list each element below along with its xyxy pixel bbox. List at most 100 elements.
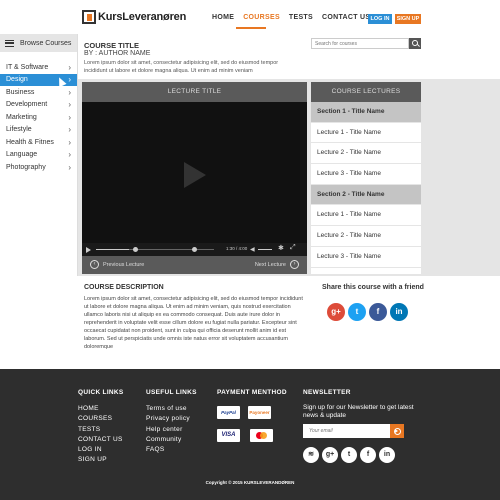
nav-courses[interactable]: COURSES	[243, 14, 280, 21]
footer-link-courses[interactable]: COURSES	[78, 414, 123, 424]
email-field[interactable]	[303, 424, 390, 438]
rss-icon[interactable]: ≋	[303, 447, 319, 463]
facebook-icon[interactable]: f	[360, 447, 376, 463]
nav-contact[interactable]: CONTACT US	[322, 14, 370, 21]
progress-fill	[96, 249, 130, 250]
browse-courses-label: Browse Courses	[20, 39, 72, 47]
sidebar-item-label: Business	[6, 88, 35, 96]
lecture-row[interactable]: Lecture 1 - Title Name	[311, 205, 421, 227]
sidebar-item-marketing[interactable]: Marketing ›	[0, 111, 77, 124]
footer-link-help[interactable]: Help center	[146, 425, 190, 435]
lecture-title: LECTURE TITLE	[82, 82, 307, 102]
footer-link-contact[interactable]: CONTACT US	[78, 435, 123, 445]
course-description-title: COURSE DESCRIPTION	[84, 284, 164, 291]
footer-link-login[interactable]: LOG IN	[78, 445, 123, 455]
nav-tests[interactable]: TESTS	[289, 14, 313, 21]
play-icon[interactable]	[184, 162, 206, 188]
sidebar-item-photography[interactable]: Photography ›	[0, 161, 77, 174]
quick-links-title: QUICK LINKS	[78, 389, 124, 396]
sidebar-item-label: Photography	[6, 163, 46, 171]
course-lectures-panel: COURSE LECTURES Section 1 - Title Name L…	[311, 82, 421, 274]
newsletter-title: NEWSLETTER	[303, 389, 351, 396]
quick-links: HOME COURSES TESTS CONTACT US LOG IN SIG…	[78, 404, 123, 466]
login-button[interactable]: LOG IN	[368, 14, 392, 24]
course-lectures-title: COURSE LECTURES	[311, 82, 421, 102]
google-plus-icon[interactable]: g+	[322, 447, 338, 463]
logo-icon	[82, 10, 96, 24]
chevron-right-icon: ›	[290, 260, 299, 269]
sidebar-item-label: IT & Software	[6, 63, 49, 71]
play-small-icon[interactable]	[86, 247, 91, 253]
section-row[interactable]: Section 1 - Title Name	[311, 102, 421, 123]
chevron-right-icon: ›	[68, 100, 71, 110]
previous-lecture-label: Previous Lecture	[103, 261, 145, 268]
mastercard-logo	[250, 429, 273, 442]
footer-link-home[interactable]: HOME	[78, 404, 123, 414]
paypal-logo: PayPal	[217, 406, 240, 419]
sidebar-item-label: Development	[6, 101, 48, 109]
chevron-right-icon: ›	[68, 75, 71, 85]
lecture-row[interactable]: Lecture 3 - Title Name	[311, 247, 421, 268]
progress-bar[interactable]	[96, 247, 214, 252]
lecture-row[interactable]: Lecture 1 - Title Name	[311, 123, 421, 144]
signup-button[interactable]: SIGN UP	[395, 14, 421, 24]
share-icons: g+ t f in	[327, 303, 408, 321]
lecture-row[interactable]: Lecture 3 - Title Name	[311, 164, 421, 185]
gear-icon[interactable]: ✱	[278, 244, 284, 252]
fullscreen-icon[interactable]: ⤢	[290, 244, 296, 252]
sidebar-item-label: Language	[6, 151, 38, 159]
course-title: COURSE TITLE	[84, 41, 140, 50]
chevron-right-icon: ›	[68, 150, 71, 160]
sidebar-item-it-software[interactable]: IT & Software ›	[0, 61, 77, 74]
useful-links: Terms of use Privacy policy Help center …	[146, 404, 190, 455]
logo[interactable]: KursLeveranøren	[82, 10, 186, 24]
chevron-right-icon: ›	[68, 112, 71, 122]
footer-link-terms[interactable]: Terms of use	[146, 404, 190, 414]
share-title: Share this course with a friend	[322, 284, 424, 291]
sidebar-item-development[interactable]: Development ›	[0, 99, 77, 112]
nav-home[interactable]: HOME	[212, 14, 234, 21]
next-lecture-button[interactable]: Next Lecture ›	[255, 260, 299, 269]
chevron-right-icon: ›	[68, 162, 71, 172]
footer-link-privacy[interactable]: Privacy policy	[146, 414, 190, 424]
lecture-navigation: ‹ Previous Lecture Next Lecture ›	[82, 256, 307, 274]
google-plus-icon[interactable]: g+	[327, 303, 345, 321]
course-summary: Lorem ipsum dolor sit amet, consectetur …	[84, 60, 279, 74]
lecture-row[interactable]: Lecture 2 - Title Name	[311, 143, 421, 165]
footer-link-faqs[interactable]: FAQS	[146, 445, 190, 455]
sidebar-item-language[interactable]: Language ›	[0, 149, 77, 162]
sidebar-item-label: Marketing	[6, 113, 37, 121]
linkedin-icon[interactable]: in	[379, 447, 395, 463]
sidebar-item-label: Design	[6, 76, 28, 84]
hamburger-icon	[5, 39, 14, 47]
volume-icon[interactable]: ◀	[250, 246, 255, 253]
volume-slider[interactable]	[258, 249, 272, 250]
copyright: Copyright © 2015 KURSLEVERANDØREN	[205, 480, 295, 485]
section-row[interactable]: Section 2 - Title Name	[311, 184, 421, 206]
search-icon[interactable]	[409, 38, 421, 49]
twitter-icon[interactable]: t	[348, 303, 366, 321]
main-nav: HOME COURSES TESTS CONTACT US	[212, 14, 370, 21]
chevron-right-icon: ›	[68, 87, 71, 97]
footer-link-signup[interactable]: SIGN UP	[78, 455, 123, 465]
sidebar: Browse Courses IT & Software › Design › Bu…	[0, 34, 78, 276]
footer-link-community[interactable]: Community	[146, 435, 190, 445]
nav-active-indicator	[236, 27, 266, 29]
course-author: BY : AUTHOR NAME	[84, 50, 151, 57]
subscribe-button[interactable]	[390, 424, 404, 438]
twitter-icon[interactable]: t	[341, 447, 357, 463]
previous-lecture-button[interactable]: ‹ Previous Lecture	[90, 260, 144, 269]
facebook-icon[interactable]: f	[369, 303, 387, 321]
footer-link-tests[interactable]: TESTS	[78, 425, 123, 435]
sidebar-item-business[interactable]: Business ›	[0, 86, 77, 99]
arrow-right-icon	[395, 429, 398, 433]
category-list: IT & Software › Design › Business › Develop…	[0, 61, 77, 174]
browse-courses-header[interactable]: Browse Courses	[0, 34, 77, 52]
newsletter-text: Sign up for our Newsletter to get latest…	[303, 404, 414, 419]
progress-handle[interactable]	[133, 247, 138, 252]
lecture-row[interactable]: Lecture 2 - Title Name	[311, 226, 421, 247]
sidebar-item-lifestyle[interactable]: Lifestyle ›	[0, 124, 77, 137]
sidebar-item-health-fitness[interactable]: Health & Fitnes ›	[0, 136, 77, 149]
search-input[interactable]	[311, 38, 409, 49]
linkedin-icon[interactable]: in	[390, 303, 408, 321]
